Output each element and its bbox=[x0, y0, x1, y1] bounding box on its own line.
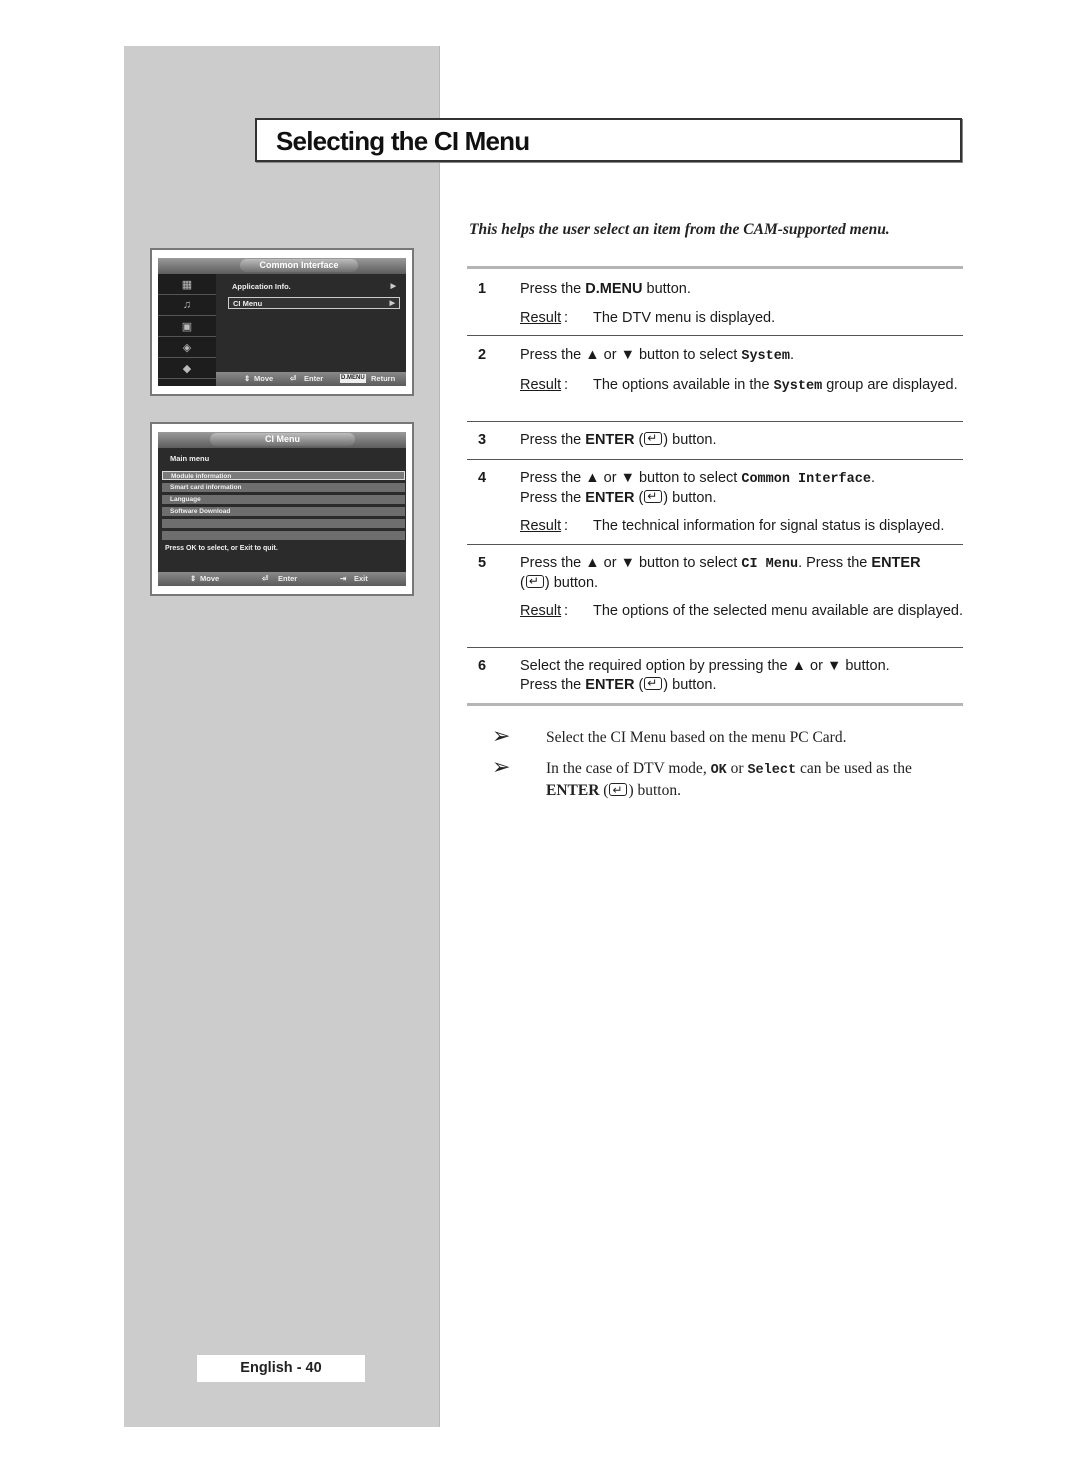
step-number: 3 bbox=[478, 432, 487, 448]
osd-item: Language bbox=[162, 495, 405, 504]
updown-icon: ⇕ bbox=[190, 574, 197, 583]
divider bbox=[467, 335, 963, 336]
divider bbox=[467, 647, 963, 648]
enter-icon bbox=[609, 780, 628, 800]
osd-header: CI Menu bbox=[158, 432, 406, 448]
osd-hint: Press OK to select, or Exit to quit. bbox=[165, 545, 278, 552]
screenshot-ci-menu: CI Menu Main menu Module information Sma… bbox=[150, 422, 414, 596]
page-number: English - 40 bbox=[197, 1355, 365, 1382]
enter-icon bbox=[644, 429, 663, 448]
osd-item bbox=[162, 531, 405, 540]
divider bbox=[467, 266, 963, 269]
picture-icon: ▣ bbox=[158, 316, 216, 337]
step-number: 5 bbox=[478, 555, 487, 571]
arrow-right-icon: ▶ bbox=[389, 300, 395, 307]
intro-text: This helps the user select an item from … bbox=[469, 221, 890, 238]
note-arrow-icon: ➢ bbox=[492, 723, 511, 748]
divider bbox=[467, 544, 963, 545]
osd-footer: ⇕ Move ⏎ Enter D.MENU Return bbox=[216, 372, 406, 386]
osd-item bbox=[162, 519, 405, 528]
step-text: Press the ENTER () button. bbox=[520, 429, 963, 450]
exit-icon: ⇥ bbox=[340, 574, 347, 583]
osd-item-ci-menu: CI Menu ▶ bbox=[228, 297, 400, 309]
osd-header: Common Interface bbox=[158, 258, 406, 274]
page-title-box: Selecting the CI Menu bbox=[255, 118, 962, 162]
step-number: 1 bbox=[478, 281, 487, 297]
enter-icon bbox=[525, 572, 544, 591]
sound-icon: ♫ bbox=[158, 295, 216, 316]
channel-icon: ◈ bbox=[158, 337, 216, 358]
updown-icon: ⇕ bbox=[244, 374, 251, 383]
divider bbox=[467, 421, 963, 422]
osd-item: Smart card information bbox=[162, 483, 405, 492]
osd-title: CI Menu bbox=[210, 433, 355, 446]
enter-icon: ⏎ bbox=[262, 574, 269, 583]
osd-section-label: Main menu bbox=[170, 454, 210, 463]
osd-footer: ⇕ Move ⏎ Enter ⇥ Exit bbox=[158, 572, 406, 586]
enter-icon bbox=[644, 487, 663, 506]
screenshot-common-interface: Common Interface ▦ ♫ ▣ ◈ ◆ Application I… bbox=[150, 248, 414, 396]
step-text: Press the D.MENU button. bbox=[520, 281, 691, 297]
page-title: Selecting the CI Menu bbox=[276, 126, 530, 156]
note-arrow-icon: ➢ bbox=[492, 754, 511, 779]
osd-item-application-info: Application Info. ▶ bbox=[232, 282, 396, 291]
osd-title: Common Interface bbox=[240, 259, 358, 272]
program-icon: ▦ bbox=[158, 274, 216, 295]
step-number: 2 bbox=[478, 347, 487, 363]
enter-icon bbox=[644, 674, 663, 693]
arrow-right-icon: ▶ bbox=[390, 283, 396, 290]
step-text: Press the ▲ or ▼ button to select CI Men… bbox=[520, 554, 963, 593]
enter-icon: ⏎ bbox=[290, 374, 297, 383]
step-text: Select the required option by pressing t… bbox=[520, 657, 963, 695]
step-text: Press the ▲ or ▼ button to select Common… bbox=[520, 469, 963, 508]
step-number: 6 bbox=[478, 658, 487, 674]
osd-item: Module information bbox=[162, 471, 405, 480]
divider bbox=[467, 703, 963, 706]
setup-icon: ◆ bbox=[158, 358, 216, 379]
osd-item: Software Download bbox=[162, 507, 405, 516]
divider bbox=[467, 459, 963, 460]
osd-side-icons: ▦ ♫ ▣ ◈ ◆ bbox=[158, 274, 216, 386]
step-number: 4 bbox=[478, 470, 487, 486]
step-text: Press the ▲ or ▼ button to select System… bbox=[520, 347, 794, 364]
